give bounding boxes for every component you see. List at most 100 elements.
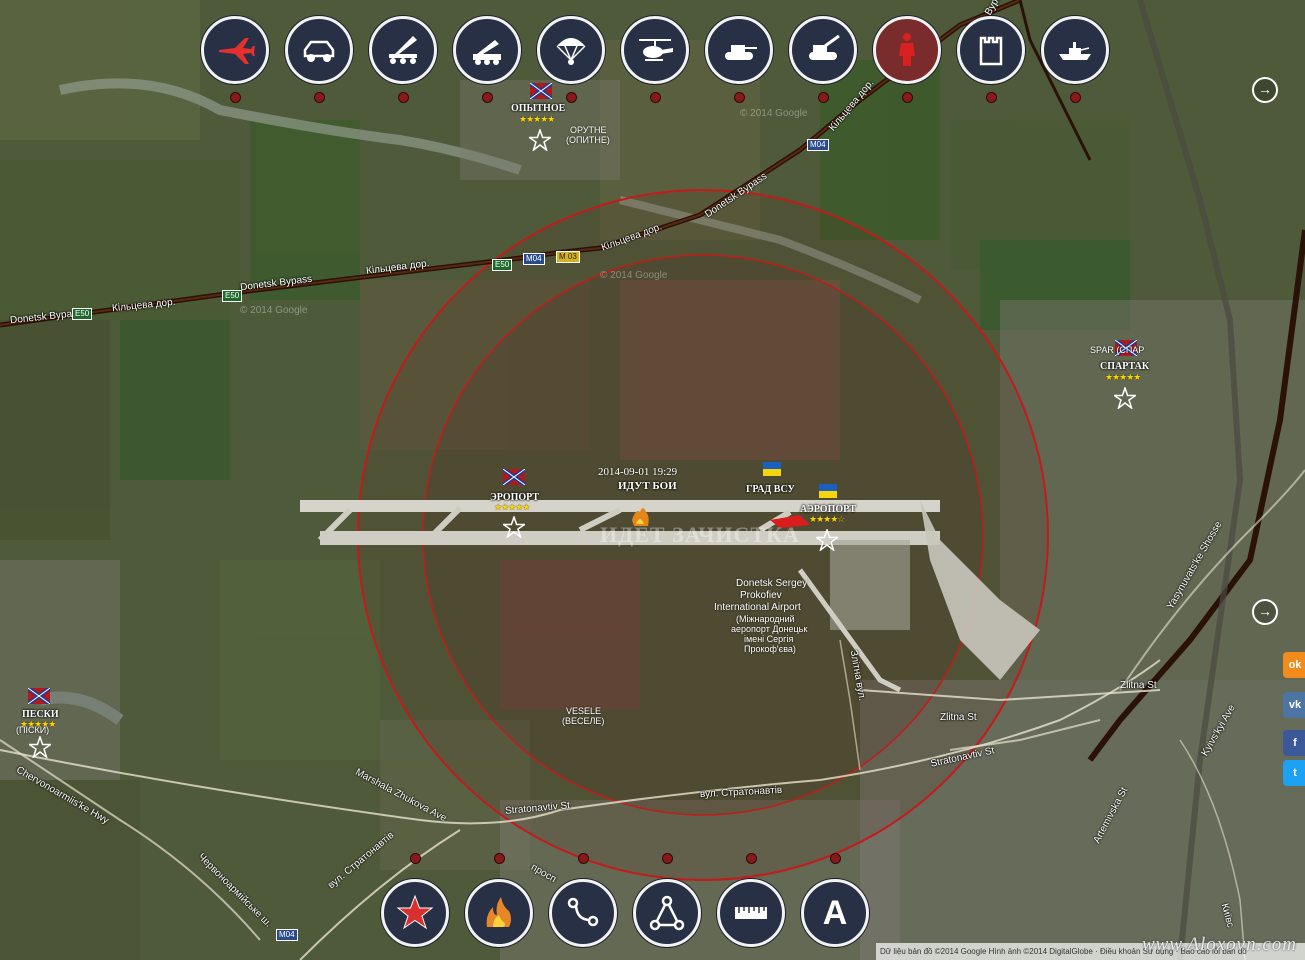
ruler-icon (731, 893, 771, 933)
tool-indicator-dot[interactable] (398, 92, 409, 103)
airport-name-line: International Airport (714, 602, 801, 613)
soldier-tool-button[interactable] (873, 16, 941, 84)
airport-name-line: імені Сергія (744, 634, 794, 644)
missile-system-icon (467, 30, 507, 70)
car-tool-button[interactable] (285, 16, 353, 84)
clearing-label: ИДЕТ ЗАЧИСТКА (600, 522, 800, 547)
rating-stars: ★★★★★ (494, 502, 530, 512)
triangle-tool-button[interactable] (633, 879, 701, 947)
novorossiya-flag-icon[interactable] (501, 467, 527, 487)
road-shield: E50 (222, 290, 243, 302)
star-icon (395, 893, 435, 933)
odnoklassniki-share-button[interactable]: ok (1283, 652, 1305, 678)
site-watermark: www.Aloxovn.com (1141, 934, 1297, 955)
rating-stars: ★★★★★ (519, 114, 555, 124)
airport-name-line: аеропорт Донецьк (731, 624, 808, 634)
tool-indicator-dot[interactable] (650, 92, 661, 103)
artillery-icon (803, 30, 843, 70)
route-tool-button[interactable] (549, 879, 617, 947)
ukraine-flag-icon[interactable] (819, 484, 837, 498)
tool-indicator-dot[interactable] (482, 92, 493, 103)
tool-indicator-dot[interactable] (566, 92, 577, 103)
place-sublabel: (ПІСКИ) (16, 725, 50, 735)
google-watermark: © 2014 Google (740, 108, 808, 119)
star-marker-icon[interactable] (1114, 387, 1136, 409)
fire-icon (479, 893, 519, 933)
arrow-right-icon[interactable]: → (1252, 599, 1278, 625)
road-label: Zlitna St (1120, 680, 1157, 691)
place-sublabel: ОРУТНЕ (570, 125, 607, 135)
text-tool-button[interactable]: A (801, 879, 869, 947)
road-shield: E50 (492, 259, 513, 271)
novorossiya-flag-icon[interactable] (26, 686, 52, 706)
rating-stars: ★★★★☆ (809, 514, 845, 524)
place-sublabel: (ВЕСЕЛЕ) (562, 716, 605, 726)
tool-indicator-dot[interactable] (902, 92, 913, 103)
airport-name-line: (Міжнародний (736, 614, 795, 624)
tool-indicator-dot[interactable] (494, 853, 505, 864)
tool-indicator-dot[interactable] (410, 853, 421, 864)
ship-tool-button[interactable] (1041, 16, 1109, 84)
fire-tool-button[interactable] (465, 879, 533, 947)
place-sublabel: VESELE (566, 706, 602, 716)
tool-indicator-dot[interactable] (818, 92, 829, 103)
place-sublabel: SPAR (СПАР (1090, 345, 1145, 355)
tank-tool-button[interactable] (705, 16, 773, 84)
facebook-share-button[interactable]: f (1283, 730, 1305, 756)
fort-tool-button[interactable] (957, 16, 1025, 84)
fighter-jet-icon (215, 30, 255, 70)
place-label-grad: ГРАД ВСУ (746, 484, 795, 495)
place-sublabel: (ОПИТНЕ) (566, 135, 610, 145)
combat-timestamp: 2014-09-01 19:29 (598, 466, 678, 478)
artillery-tool-button[interactable] (789, 16, 857, 84)
star-marker-icon[interactable] (503, 516, 525, 538)
road-shield: M04 (276, 929, 298, 941)
tool-indicator-dot[interactable] (578, 853, 589, 864)
star-marker-icon[interactable] (29, 736, 51, 758)
helicopter-icon (635, 30, 675, 70)
sam-tool-button[interactable] (453, 16, 521, 84)
rating-stars: ★★★★★ (1105, 372, 1141, 382)
tool-indicator-dot[interactable] (734, 92, 745, 103)
airport-name-line: Prokofiev (740, 590, 782, 601)
twitter-share-button[interactable]: t (1283, 760, 1305, 786)
road-shield: M 03 (556, 251, 580, 263)
road-shield: M04 (807, 139, 829, 151)
novorossiya-flag-icon[interactable] (528, 81, 554, 101)
parachute-icon (551, 30, 591, 70)
para-tool-button[interactable] (537, 16, 605, 84)
vkontakte-share-button[interactable]: vk (1283, 692, 1305, 718)
heli-tool-button[interactable] (621, 16, 689, 84)
jet-tool-button[interactable] (201, 16, 269, 84)
road-label: Zlitna St (940, 712, 977, 723)
mlrs-tool-button[interactable] (369, 16, 437, 84)
road-shield: E50 (72, 308, 93, 320)
tank-icon (719, 30, 759, 70)
warship-icon (1055, 30, 1095, 70)
tool-indicator-dot[interactable] (746, 853, 757, 864)
airport-name-line: Donetsk Sergey (736, 578, 808, 589)
text-tool-icon: A (822, 893, 848, 932)
triangle-nodes-icon (647, 893, 687, 933)
fortification-icon (971, 30, 1011, 70)
tool-indicator-dot[interactable] (662, 853, 673, 864)
road-shield: M04 (523, 253, 545, 265)
tool-indicator-dot[interactable] (830, 853, 841, 864)
combat-label: ИДУТ БОИ (618, 480, 677, 492)
star-marker-icon[interactable] (529, 129, 551, 151)
place-label-opytnoe: ОПЫТНОЕ (511, 103, 566, 114)
star-marker-icon[interactable] (816, 529, 838, 551)
star-tool-button[interactable] (381, 879, 449, 947)
ruler-tool-button[interactable] (717, 879, 785, 947)
armored-car-icon (299, 30, 339, 70)
tool-indicator-dot[interactable] (230, 92, 241, 103)
tool-indicator-dot[interactable] (314, 92, 325, 103)
place-label-spartak: СПАРТАК (1100, 361, 1150, 372)
tool-indicator-dot[interactable] (986, 92, 997, 103)
google-watermark: © 2014 Google (240, 305, 308, 316)
google-watermark: © 2014 Google (600, 270, 668, 281)
route-icon (563, 893, 603, 933)
arrow-right-icon[interactable]: → (1252, 77, 1278, 103)
tool-indicator-dot[interactable] (1070, 92, 1081, 103)
ukraine-flag-icon[interactable] (763, 462, 781, 476)
